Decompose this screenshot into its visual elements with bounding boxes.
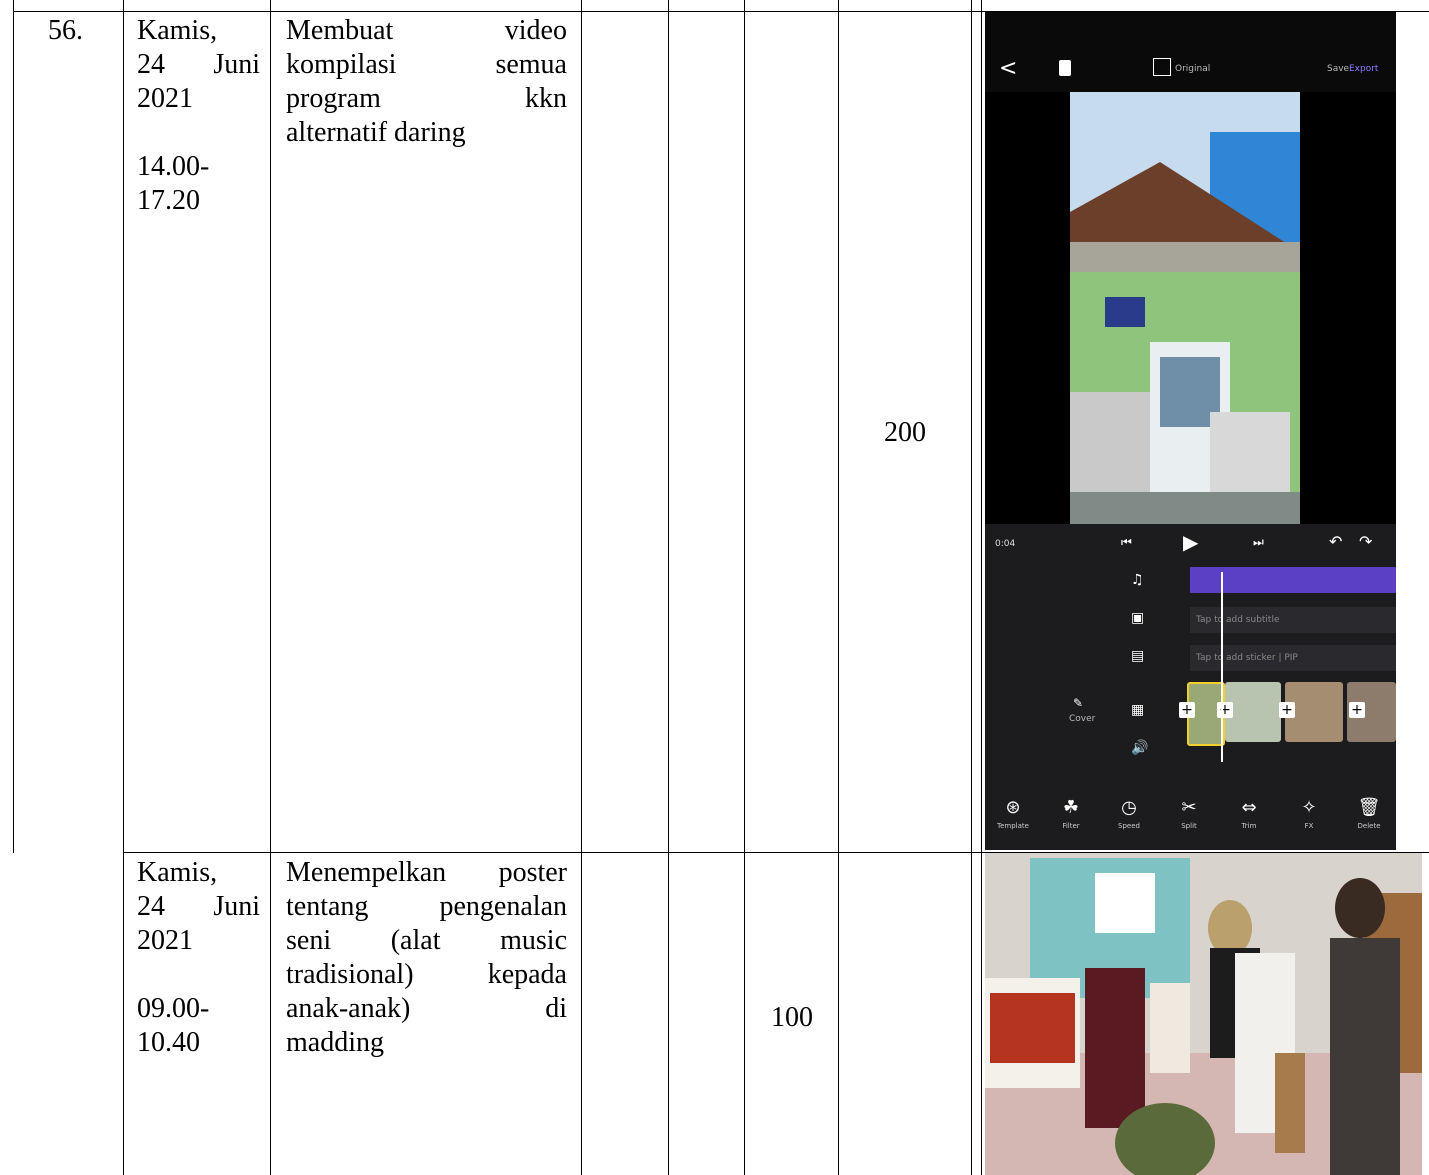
video-editor-screenshot: < Original Save Export 0:04 ⏮ ▶ ⏭ ↶ ↷ ♫ … xyxy=(985,12,1396,850)
activity-line: alternatif daring xyxy=(286,117,466,148)
add-transition-icon: + xyxy=(1217,702,1233,718)
activity-line: tentang pengenalan xyxy=(286,891,567,922)
col-divider xyxy=(981,0,982,1175)
activity-line: kompilasi semua xyxy=(286,49,567,80)
tool-label: Filter xyxy=(1062,822,1080,830)
activity-line: tradisional) kepada xyxy=(286,959,567,990)
date-line: 24 Juni xyxy=(137,891,260,922)
time-line: 10.40 xyxy=(137,1027,200,1058)
volume-icon: 🔊 xyxy=(1131,740,1149,756)
activity-line: Membuat video xyxy=(286,15,567,46)
hours-value: 200 xyxy=(884,417,926,448)
redo-icon: ↷ xyxy=(1359,532,1373,551)
back-icon: < xyxy=(999,56,1018,81)
playhead xyxy=(1221,572,1223,762)
date-cell: Kamis, 24 Juni 2021 09.00- 10.40 xyxy=(137,856,260,1060)
activity-line: madding xyxy=(286,1027,384,1058)
date-line: 24 Juni xyxy=(137,49,260,80)
date-line: 2021 xyxy=(137,83,193,114)
trim-tool: ⇔ Trim xyxy=(1229,797,1269,830)
filter-icon: ☘ xyxy=(1062,797,1080,818)
time-line: 14.00- xyxy=(137,151,210,182)
table-border-left xyxy=(13,0,14,853)
aspect-label: Original xyxy=(1175,64,1211,74)
save-label: Save xyxy=(1327,64,1350,74)
col-divider xyxy=(581,0,582,1175)
fx-tool: ✧ FX xyxy=(1289,797,1329,830)
date-line: Kamis, xyxy=(137,857,218,888)
activity-line: program kkn xyxy=(286,83,567,114)
activity-line: anak-anak) di xyxy=(286,993,567,1024)
tool-label: Split xyxy=(1181,822,1197,830)
skip-back-icon: ⏮ xyxy=(1121,535,1132,549)
poster-activity-photo xyxy=(985,853,1422,1175)
tool-label: Delete xyxy=(1357,822,1381,830)
col-divider xyxy=(838,0,839,1175)
video-preview xyxy=(1070,92,1300,524)
draft-icon xyxy=(1059,60,1071,76)
delete-icon: 🗑 xyxy=(1357,797,1381,818)
row-number: 56. xyxy=(48,15,83,46)
date-line: Kamis, xyxy=(137,15,218,46)
add-transition-icon: + xyxy=(1179,702,1195,718)
hours-value: 100 xyxy=(771,1002,813,1033)
col-divider xyxy=(744,0,745,1175)
house-illustration xyxy=(1070,92,1300,524)
template-tool: ⊛ Template xyxy=(993,797,1033,830)
activity-line: Menempelkan poster xyxy=(286,857,567,888)
col-divider xyxy=(123,0,124,1175)
time-line: 17.20 xyxy=(137,185,200,216)
fx-icon: ✧ xyxy=(1301,797,1317,818)
add-music-icon: ♫ xyxy=(1131,572,1144,588)
play-icon: ▶ xyxy=(1183,530,1199,554)
classroom-photo-illustration xyxy=(985,853,1422,1175)
export-label: Export xyxy=(1349,64,1379,74)
add-sticker-icon: ▤ xyxy=(1131,648,1145,664)
col-divider xyxy=(668,0,669,1175)
col-divider xyxy=(270,0,271,1175)
tool-label: FX xyxy=(1304,822,1314,830)
subtitle-track-label: Tap to add subtitle xyxy=(1196,615,1280,625)
filter-tool: ☘ Filter xyxy=(1051,797,1091,830)
cover-label: Cover xyxy=(1069,714,1096,724)
split-icon: ✂ xyxy=(1181,797,1197,818)
aspect-ratio-icon xyxy=(1153,58,1171,76)
activity-cell: Menempelkan poster tentang pengenalan se… xyxy=(286,856,567,1060)
time-line: 09.00- xyxy=(137,993,210,1024)
undo-icon: ↶ xyxy=(1329,532,1343,551)
trim-icon: ⇔ xyxy=(1241,797,1257,818)
activity-line: seni (alat music xyxy=(286,925,567,956)
editor-top-bar xyxy=(985,12,1396,92)
activity-cell: Membuat video kompilasi semua program kk… xyxy=(286,14,567,150)
cover-edit-icon: ✎ xyxy=(1073,696,1084,710)
tool-label: Template xyxy=(997,822,1029,830)
speed-icon: ◷ xyxy=(1121,797,1137,818)
add-transition-icon: + xyxy=(1349,702,1365,718)
video-clip xyxy=(1225,682,1281,742)
date-cell: Kamis, 24 Juni 2021 14.00- 17.20 xyxy=(137,14,260,218)
skip-forward-icon: ⏭ xyxy=(1253,535,1264,549)
tool-label: Trim xyxy=(1241,822,1257,830)
split-tool: ✂ Split xyxy=(1169,797,1209,830)
tool-label: Speed xyxy=(1118,822,1140,830)
speed-tool: ◷ Speed xyxy=(1109,797,1149,830)
date-line: 2021 xyxy=(137,925,193,956)
timecode: 0:04 xyxy=(995,539,1016,549)
add-text-icon: ▣ xyxy=(1131,610,1145,626)
col-divider xyxy=(971,0,972,1175)
add-video-icon: ▦ xyxy=(1131,702,1145,718)
delete-tool: 🗑 Delete xyxy=(1349,797,1389,830)
add-transition-icon: + xyxy=(1279,702,1295,718)
sticker-track-label: Tap to add sticker | PIP xyxy=(1196,653,1298,663)
template-icon: ⊛ xyxy=(1005,797,1021,818)
